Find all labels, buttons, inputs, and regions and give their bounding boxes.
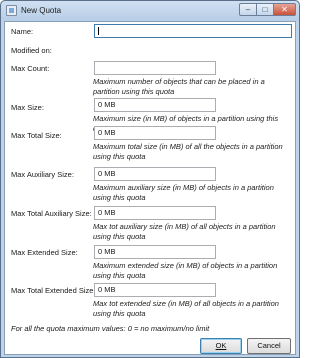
max-total-extended-size-label: Max Total Extended Size: (11, 286, 96, 295)
max-total-auxiliary-size-hint: Max tot auxiliary size (in MB) of all ob… (93, 222, 276, 241)
max-total-size-hint: Maximum total size (in MB) of all the ob… (93, 142, 283, 161)
max-total-extended-size-input[interactable]: 0 MB (94, 283, 216, 297)
new-quota-window: New Quota – □ ✕ Name: Modified on: Max C… (0, 0, 300, 358)
cancel-button[interactable]: Cancel (247, 338, 291, 354)
max-total-auxiliary-size-label: Max Total Auxiliary Size: (11, 209, 92, 218)
window-title: New Quota (21, 6, 62, 15)
title-bar[interactable]: New Quota – □ ✕ (1, 1, 299, 21)
dialog-body: Name: Modified on: Max Count: Maximum nu… (4, 21, 296, 355)
max-count-label: Max Count: (11, 64, 50, 73)
max-extended-size-label: Max Extended Size: (11, 248, 78, 257)
max-size-input[interactable]: 0 MB (94, 98, 216, 112)
name-label: Name: (11, 27, 34, 36)
limits-note: For all the quota maximum values: 0 = no… (11, 324, 210, 333)
max-count-hint: Maximum number of objects that can be pl… (93, 77, 265, 96)
ok-button[interactable]: OK (200, 338, 242, 354)
window-app-icon (6, 5, 17, 16)
maximize-icon[interactable]: □ (257, 3, 274, 16)
max-count-input[interactable] (94, 61, 216, 75)
max-total-size-label: Max Total Size: (11, 131, 62, 140)
ok-button-label: OK (215, 341, 227, 350)
max-auxiliary-size-label: Max Auxiliary Size: (11, 170, 74, 179)
minimize-icon[interactable]: – (239, 3, 257, 16)
name-input[interactable] (94, 24, 292, 38)
max-total-auxiliary-size-input[interactable]: 0 MB (94, 206, 216, 220)
close-icon[interactable]: ✕ (274, 3, 296, 16)
max-extended-size-hint: Maximum extended size (in MB) of objects… (93, 261, 278, 280)
max-auxiliary-size-input[interactable]: 0 MB (94, 167, 216, 181)
max-size-label: Max Size: (11, 103, 44, 112)
max-total-extended-size-hint: Max tot extended size (in MB) of all obj… (93, 299, 279, 318)
max-total-size-input[interactable]: 0 MB (94, 126, 216, 140)
modified-on-label: Modified on: (11, 46, 52, 55)
max-auxiliary-size-hint: Maximum auxiliary size (in MB) of object… (93, 183, 274, 202)
max-extended-size-input[interactable]: 0 MB (94, 245, 216, 259)
